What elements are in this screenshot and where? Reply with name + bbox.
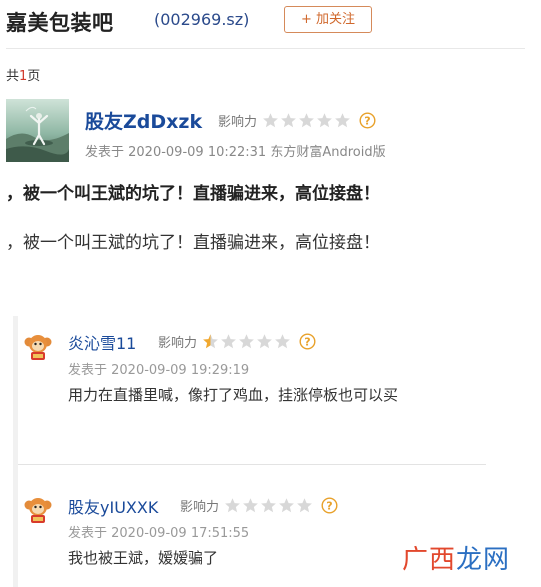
watermark-part-1: 广西: [402, 545, 457, 575]
post-title: ，被一个叫王斌的坑了！直播骗进来，高位接盘！: [6, 184, 380, 204]
star-icon: [279, 498, 294, 513]
star-icon: [243, 498, 258, 513]
reply-author-name[interactable]: 股友yIUXXK: [68, 494, 158, 518]
post-body: ，被一个叫王斌的坑了！直播骗进来，高位接盘！: [6, 233, 380, 253]
star-icon: [317, 113, 332, 128]
star-icon: [261, 498, 276, 513]
star-icon: [225, 498, 240, 513]
follow-button[interactable]: + 加关注: [284, 6, 372, 33]
reply-influence: 影响力 ?: [180, 496, 338, 515]
bar-name[interactable]: 嘉美包装吧: [6, 7, 114, 37]
star-icon: [239, 334, 254, 349]
question-circle-icon[interactable]: ?: [299, 333, 316, 350]
page-count: 共1页: [6, 65, 40, 84]
influence-stars: [262, 112, 351, 129]
reply-influence: 影响力 ?: [158, 332, 316, 351]
influence-stars: [202, 333, 291, 350]
reply-sidebar-line: [13, 316, 18, 587]
star-icon: [281, 113, 296, 128]
site-watermark: 广西龙网: [402, 539, 510, 576]
page-count-prefix: 共: [6, 69, 20, 84]
star-icon: [335, 113, 350, 128]
header-divider: [6, 48, 525, 49]
star-icon: [221, 334, 236, 349]
star-icon: [299, 113, 314, 128]
star-icon: [275, 334, 290, 349]
page-count-suffix: 页: [27, 69, 41, 84]
bar-header: 嘉美包装吧 (002969.sz) + 加关注: [0, 0, 541, 44]
post-influence: 影响力 ?: [218, 111, 376, 130]
question-circle-icon[interactable]: ?: [359, 112, 376, 129]
watermark-part-2: 龙网: [456, 545, 511, 575]
post-meta: 发表于 2020-09-09 10:22:31 东方财富Android版: [85, 145, 386, 160]
reply-author-name[interactable]: 炎沁雪11: [68, 330, 136, 354]
star-icon: [203, 334, 218, 349]
influence-label: 影响力: [158, 336, 198, 351]
influence-label: 影响力: [218, 115, 258, 130]
reply-time: 发表于 2020-09-09 17:51:55: [68, 526, 250, 541]
reply-text: 用力在直播里喊，像打了鸡血，挂涨停板也可以买: [68, 386, 399, 404]
monkey-avatar-icon: [24, 335, 52, 360]
reply-avatar[interactable]: [23, 494, 53, 524]
reply-text: 我也被王斌，嫒嫒骗了: [68, 549, 219, 567]
stock-code[interactable]: (002969.sz): [154, 10, 249, 29]
author-avatar[interactable]: [6, 99, 69, 162]
post-author-name[interactable]: 股友ZdDxzk: [85, 107, 202, 134]
reply-time: 发表于 2020-09-09 19:29:19: [68, 363, 250, 378]
svg-text:?: ?: [304, 336, 310, 349]
svg-text:?: ?: [364, 115, 370, 128]
avatar-landscape-image: [6, 99, 69, 162]
star-icon: [257, 334, 272, 349]
star-icon: [297, 498, 312, 513]
monkey-avatar-icon: [24, 498, 52, 523]
influence-stars: [224, 497, 313, 514]
reply-divider: [18, 464, 486, 465]
svg-text:?: ?: [326, 500, 332, 513]
star-icon: [263, 113, 278, 128]
question-circle-icon[interactable]: ?: [321, 497, 338, 514]
reply-avatar[interactable]: [23, 331, 53, 361]
influence-label: 影响力: [180, 500, 220, 515]
